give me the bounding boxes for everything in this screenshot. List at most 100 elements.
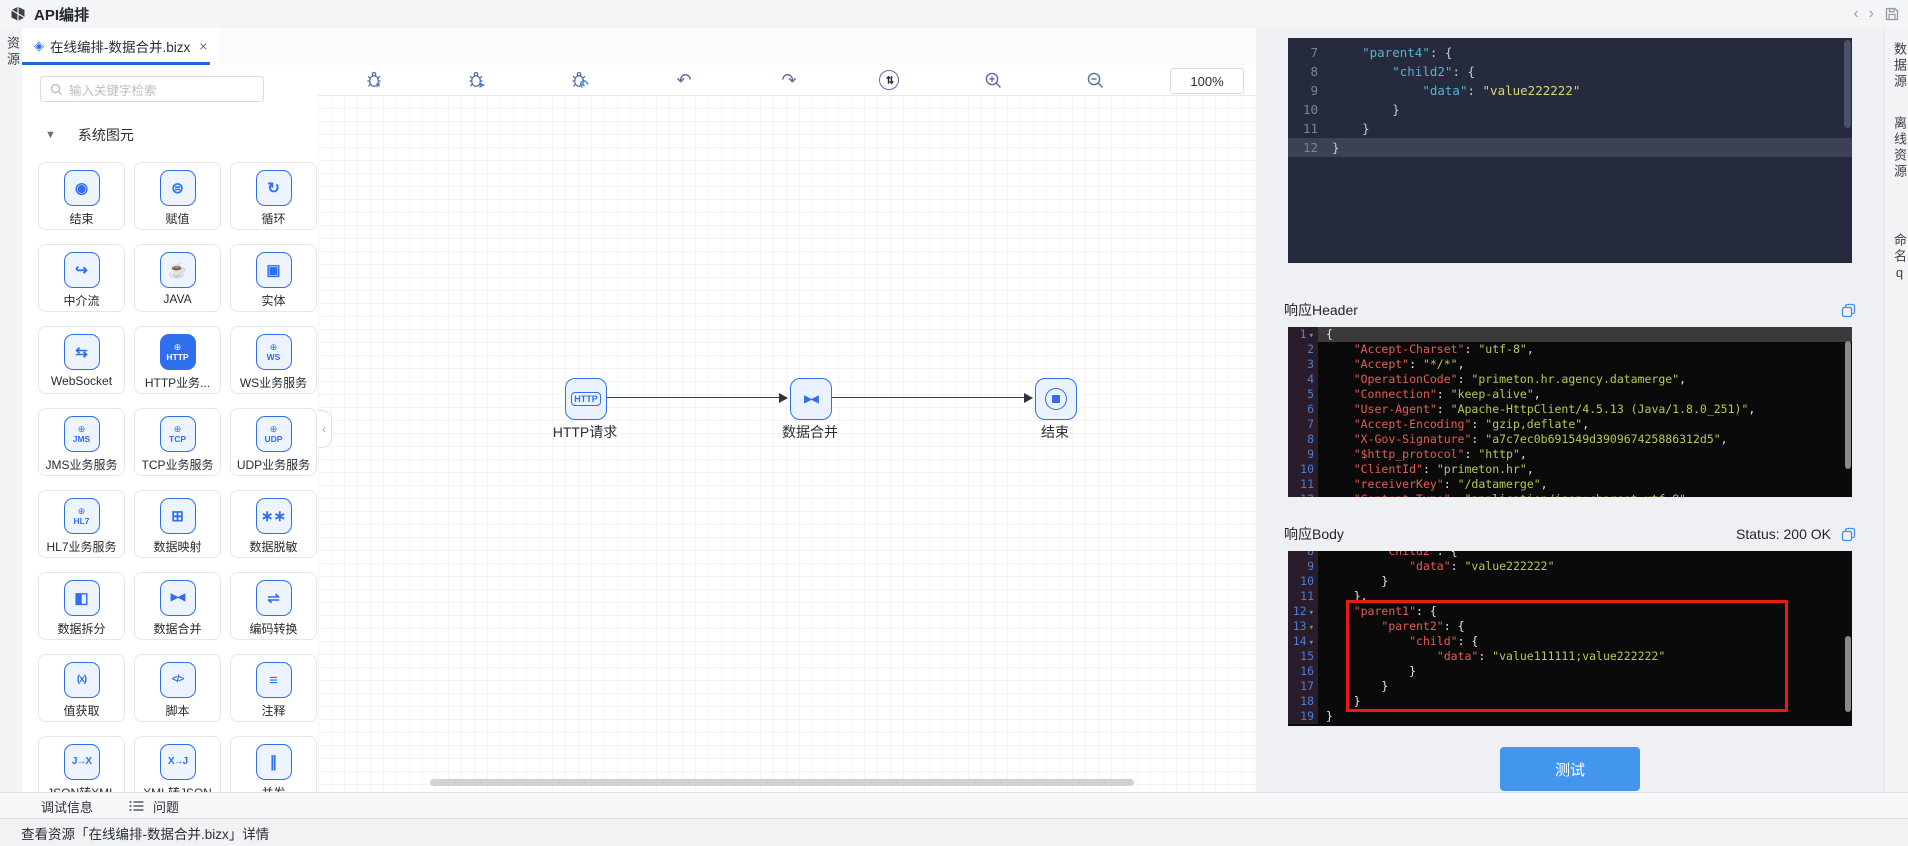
zoom-out-icon[interactable] [1083, 68, 1107, 92]
palette-item-value-get[interactable]: (x) 值获取 [38, 654, 125, 722]
palette-item-label: JMS业务服务 [45, 458, 118, 472]
debug-result-panel: 7 "parent4": { 8 "child2": {9 "data": "va… [1256, 28, 1884, 792]
edge-merge-to-end [832, 397, 1024, 398]
palette-item-label: HL7业务服务 [46, 540, 117, 554]
palette-item-tcp-service[interactable]: ⊕ TCP TCP业务服务 [134, 408, 221, 476]
palette-section-header[interactable]: ▼ 系统图元 [45, 125, 134, 145]
debug-info-bar: 调试信息 问题 [0, 792, 1908, 819]
left-rail: 资源 [0, 28, 23, 792]
palette-item-script[interactable]: </> 脚本 [134, 654, 221, 722]
palette-item-java[interactable]: ☕ JAVA [134, 244, 221, 312]
debug-flash-icon[interactable] [363, 68, 387, 92]
palette-item-xml-to-json[interactable]: X→J XML转JSON [134, 736, 221, 792]
http-service-icon: ⊕ HTTP [159, 334, 196, 370]
palette-item-http-service[interactable]: ⊕ HTTP HTTP业务... [134, 326, 221, 394]
code-line: 8 "X-Gov-Signature": "a7c7ec0b691549d390… [1288, 432, 1852, 447]
issues-tab[interactable]: 问题 [153, 797, 179, 816]
palette-item-udp-service[interactable]: ⊕ UDP UDP业务服务 [230, 408, 317, 476]
editor-scrollbar[interactable] [1844, 40, 1851, 128]
palette-item-data-split[interactable]: ◧ 数据拆分 [38, 572, 125, 640]
palette-item-jms-service[interactable]: ⊕ JMS JMS业务服务 [38, 408, 125, 476]
palette-item-ws-service[interactable]: ⊕ WS WS业务服务 [230, 326, 317, 394]
palette-item-label: 数据拆分 [57, 622, 106, 636]
palette-item-data-mapping[interactable]: ⊞ 数据映射 [134, 490, 221, 558]
save-icon[interactable] [1884, 6, 1900, 22]
data-merge-node-icon: ▶◀ [804, 393, 818, 405]
search-input[interactable]: 输入关键字检索 [40, 76, 264, 102]
palette-item-entity[interactable]: ▣ 实体 [230, 244, 317, 312]
section-title: 系统图元 [77, 127, 134, 143]
palette-item-websocket[interactable]: ⇆ WebSocket [38, 326, 125, 394]
request-body-editor[interactable]: 7 "parent4": {8 "child2": {9 "data": "va… [1288, 38, 1852, 263]
end-icon: ◉ [63, 170, 100, 206]
canvas-horizontal-scrollbar[interactable] [430, 779, 1134, 786]
node-label-http-request: HTTP请求 [552, 424, 618, 440]
tab-active-file[interactable]: ◈ 在线编排-数据合并.bizx × [22, 28, 220, 64]
node-end[interactable] [1035, 378, 1077, 420]
code-line: 13 ▾ "parent2": { [1288, 619, 1852, 634]
palette-item-label: 数据映射 [153, 540, 202, 554]
undo-icon[interactable]: ↶ [672, 68, 696, 92]
code-line: 8 "child2": { [1288, 551, 1852, 559]
page-title: API编排 [34, 6, 90, 24]
code-line: 19} [1288, 709, 1852, 724]
response-header-editor[interactable]: 1 ▾{2 "Accept-Charset": "utf-8", 3 "Accept… [1288, 327, 1852, 497]
redo-icon[interactable]: ↷ [777, 68, 801, 92]
edge-arrowhead [779, 392, 788, 403]
palette-item-encode-convert[interactable]: ⇌ 编码转换 [230, 572, 317, 640]
nav-forward-icon[interactable]: › [1869, 6, 1874, 22]
code-line: 7 "parent4": { [1310, 45, 1453, 60]
palette-item-assign[interactable]: ⊜ 赋值 [134, 162, 221, 230]
debug-info-tab[interactable]: 调试信息 [41, 797, 93, 816]
zoom-level[interactable]: 100% [1170, 68, 1244, 94]
nav-back-icon[interactable]: ‹ [1853, 6, 1858, 22]
palette-item-data-masking[interactable]: ∗∗ 数据脱敏 [230, 490, 317, 558]
palette-item-label: JSON转XML [47, 784, 116, 792]
sync-layout-icon[interactable]: ⇄ [877, 68, 901, 92]
code-line: 6 "User-Agent": "Apache-HttpClient/4.5.1… [1288, 402, 1852, 417]
palette-item-label: 中介流 [63, 294, 100, 308]
palette-item-data-merge[interactable]: ▶◀ 数据合并 [134, 572, 221, 640]
palette-item-label: 脚本 [165, 704, 190, 718]
palette-item-comment[interactable]: ≡ 注释 [230, 654, 317, 722]
udp-service-icon: ⊕ UDP [255, 416, 292, 452]
section-collapse-icon[interactable]: ▼ [45, 129, 56, 141]
search-placeholder: 输入关键字检索 [69, 83, 157, 98]
debug-play-icon[interactable] [465, 68, 489, 92]
node-http-request[interactable]: HTTP [565, 378, 607, 420]
test-button[interactable]: 测试 [1500, 747, 1640, 791]
palette-item-mediator-flow[interactable]: ↪ 中介流 [38, 244, 125, 312]
copy-icon[interactable] [1841, 303, 1856, 318]
palette-item-loop[interactable]: ↻ 循环 [230, 162, 317, 230]
rail-tab-datasource[interactable]: 数据源 [1890, 42, 1908, 90]
code-line: 12 ▾ "parent1": { [1288, 604, 1852, 619]
palette-item-end[interactable]: ◉ 结束 [38, 162, 125, 230]
code-line: 16 } [1288, 664, 1852, 679]
palette-collapse-handle[interactable]: ‹ [318, 410, 332, 448]
response-header-row: 响应Header [1284, 300, 1856, 320]
palette-item-hl7-service[interactable]: ⊕ HL7 HL7业务服务 [38, 490, 125, 558]
debug-restart-icon[interactable] [568, 68, 592, 92]
palette-item-concurrent[interactable]: ∥ 并发 [230, 736, 317, 792]
palette-item-label: 实体 [261, 294, 286, 308]
palette-item-json-to-xml[interactable]: J→X JSON转XML [38, 736, 125, 792]
flow-canvas[interactable]: ↶ ↷ ⇄ 100% ‹ HTTP HTTP请求 ▶◀ 数据合并 结束 [318, 65, 1256, 792]
code-line: 18 } [1288, 694, 1852, 709]
issues-list-icon [129, 800, 144, 812]
data-mapping-icon: ⊞ [159, 498, 196, 534]
rail-tab-resources[interactable]: 资源 [3, 36, 22, 68]
palette-item-label: JAVA [163, 292, 192, 306]
rail-tab-naming[interactable]: 命名q [1890, 233, 1908, 283]
rail-tab-offline-resources[interactable]: 离线资源 [1890, 116, 1908, 180]
editor-scrollbar[interactable] [1845, 636, 1851, 712]
code-line: 11 "receiverKey": "/datamerge", [1288, 477, 1852, 492]
palette-item-label: 赋值 [165, 212, 190, 226]
xml-to-json-icon: X→J [159, 744, 196, 780]
http-node-icon: HTTP [571, 392, 601, 406]
editor-scrollbar[interactable] [1845, 341, 1851, 469]
tab-close-icon[interactable]: × [199, 38, 207, 54]
copy-icon[interactable] [1841, 527, 1856, 542]
node-data-merge[interactable]: ▶◀ [790, 378, 832, 420]
response-body-editor[interactable]: 8 "child2": {9 "data": "value222222" 10 }… [1288, 551, 1852, 726]
zoom-in-icon[interactable] [981, 68, 1005, 92]
